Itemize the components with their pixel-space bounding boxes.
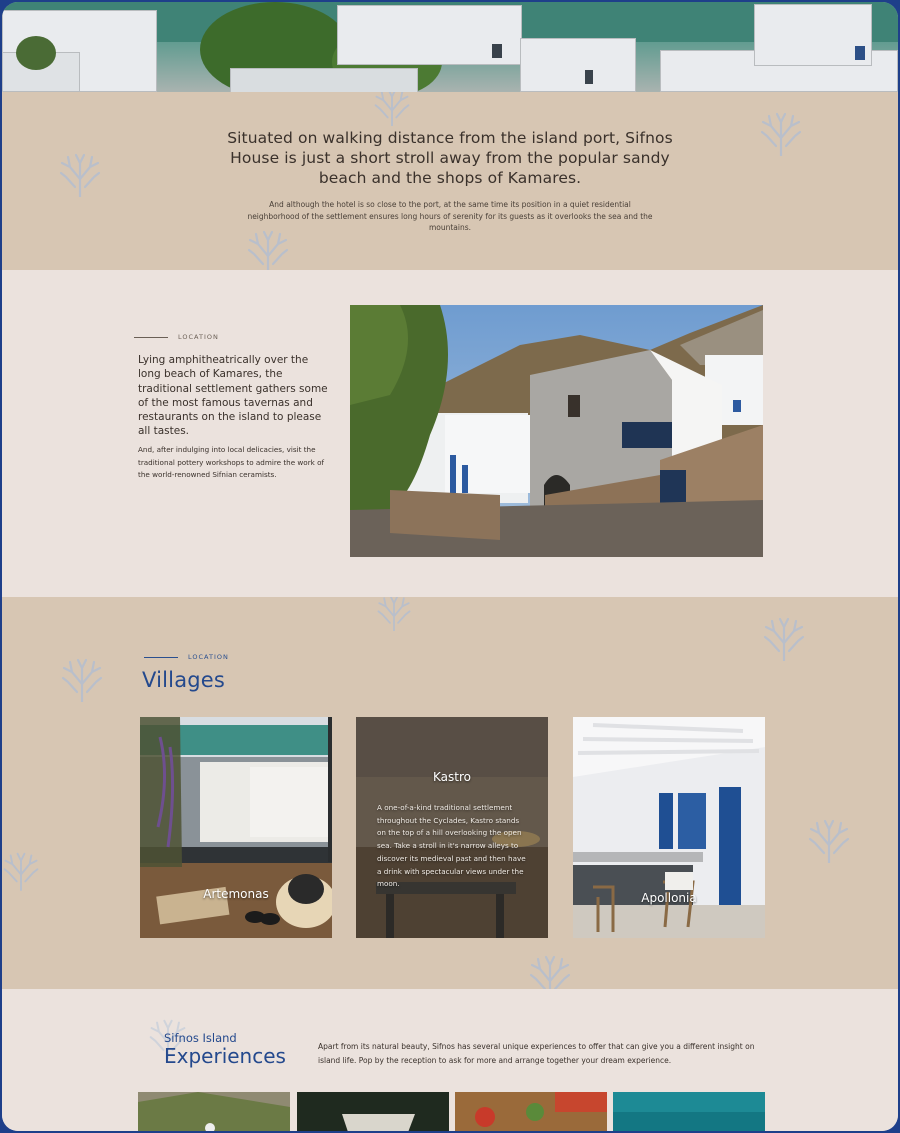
location-lead: Lying amphitheatrically over the long be… <box>138 354 328 438</box>
coral-icon <box>246 230 290 270</box>
village-card-artemonas[interactable]: Artemonas <box>140 717 332 938</box>
village-card-kastro[interactable]: Kastro A one-of-a-kind traditional settl… <box>356 717 548 938</box>
eyebrow-label: LOCATION <box>188 653 229 661</box>
location-body: And, after indulging into local delicaci… <box>138 445 325 479</box>
experience-thumb[interactable] <box>138 1092 290 1131</box>
villages-section: LOCATION Villages Artemonas Kastro A one… <box>2 597 898 989</box>
intro-heading: Situated on walking distance from the is… <box>227 129 673 187</box>
intro-section: Situated on walking distance from the is… <box>2 92 898 270</box>
experience-thumb[interactable] <box>455 1092 607 1131</box>
experience-thumb[interactable] <box>297 1092 449 1131</box>
experiences-text: Apart from its natural beauty, Sifnos ha… <box>318 1042 755 1065</box>
coral-icon <box>759 112 803 156</box>
hero-image <box>2 2 898 92</box>
location-eyebrow: LOCATION <box>134 333 219 341</box>
coral-icon <box>60 658 104 702</box>
village-card-apollonia[interactable]: Apollonia <box>573 717 765 938</box>
coral-icon <box>762 617 806 661</box>
location-photo <box>350 305 763 557</box>
village-name: Artemonas <box>203 887 269 901</box>
experiences-subtitle: Sifnos Island <box>164 1031 237 1045</box>
village-name: Apollonia <box>641 891 697 905</box>
experiences-title: Experiences <box>164 1044 286 1068</box>
eyebrow-label: LOCATION <box>178 333 219 341</box>
coral-icon <box>807 819 851 863</box>
intro-text: And although the hotel is so close to th… <box>247 200 653 232</box>
page: Situated on walking distance from the is… <box>2 2 898 1131</box>
coral-icon <box>370 92 414 126</box>
villages-title: Villages <box>142 668 226 692</box>
coral-icon <box>2 849 40 893</box>
experiences-section: Sifnos Island Experiences Apart from its… <box>2 989 898 1131</box>
coral-icon <box>528 955 572 989</box>
coral-icon <box>58 153 102 197</box>
location-section: LOCATION Lying amphitheatrically over th… <box>2 270 898 597</box>
village-description: A one-of-a-kind traditional settlement t… <box>377 803 526 889</box>
coral-icon <box>372 597 416 631</box>
village-name: Kastro <box>433 770 471 784</box>
villages-eyebrow: LOCATION <box>144 653 229 661</box>
experience-thumb[interactable] <box>613 1092 765 1131</box>
